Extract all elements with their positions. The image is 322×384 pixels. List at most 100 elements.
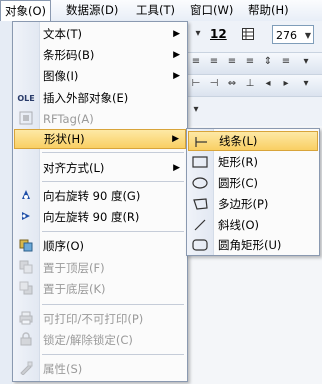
- line-icon: [192, 135, 210, 149]
- menu-item-label: 对齐方式(L): [43, 161, 105, 175]
- table-icon[interactable]: [242, 28, 254, 40]
- menu-item-properties[interactable]: 属性(S): [14, 359, 186, 379]
- menu-separator: [42, 152, 184, 153]
- object-menu: 文本(T) ▶ 条形码(B) ▶ 图像(I) ▶ OLE 插入外部对象(E) R…: [12, 21, 188, 382]
- submenu-item-rounded-rectangle[interactable]: 圆角矩形(U): [188, 235, 318, 255]
- zoom-combo[interactable]: 276 ▼: [272, 25, 314, 44]
- menu-item-label: 文本(T): [43, 27, 82, 41]
- toolbar-dropdown-icon[interactable]: ▾: [190, 104, 202, 116]
- submenu-item-polygon[interactable]: 多边形(P): [188, 194, 318, 214]
- menu-item-order[interactable]: 顺序(O): [14, 236, 186, 256]
- space-h-icon[interactable]: ⊢: [190, 78, 202, 90]
- rectangle-icon: [191, 155, 209, 169]
- menu-item-label: 可打印/不可打印(P): [43, 312, 144, 326]
- menu-item-label: 锁定/解除锁定(C): [43, 333, 133, 347]
- align-bottom-icon[interactable]: ≡: [280, 56, 292, 68]
- lock-icon: [17, 332, 35, 348]
- menu-item-printable[interactable]: 可打印/不可打印(P): [14, 309, 186, 329]
- menu-help[interactable]: 帮助(H): [244, 1, 293, 20]
- menu-window[interactable]: 窗口(W): [186, 1, 237, 20]
- submenu-arrow-icon: ▶: [173, 50, 180, 60]
- rounded-rectangle-icon: [191, 238, 209, 252]
- center-v-icon[interactable]: ⊥: [244, 78, 256, 90]
- format-toolbar: ▾ 12 276 ▼: [186, 25, 322, 46]
- center-h-icon[interactable]: ⇔: [226, 78, 238, 90]
- submenu-item-label: 多边形(P): [218, 197, 269, 211]
- bring-front-icon: [17, 260, 35, 276]
- submenu-item-line[interactable]: 线条(L): [188, 131, 318, 151]
- menu-item-send-back[interactable]: 置于底层(K): [14, 279, 186, 299]
- toolbar-area: ▾ 12 276 ▼ ≡ ≡ ≡ ≡ ⇕ ≡ ▾ ⊢ ⊣ ⇔ ⊥ ◂ ▸ ▾ ▾: [186, 21, 322, 126]
- extra-toolbar: ▾: [186, 99, 322, 120]
- menu-item-label: 条形码(B): [43, 48, 95, 62]
- submenu-arrow-icon: ▶: [173, 163, 180, 173]
- align-center-icon[interactable]: ≡: [208, 56, 220, 68]
- diagonal-line-icon: [191, 218, 209, 232]
- menu-datasource[interactable]: 数据源(D): [62, 1, 122, 20]
- menu-separator: [42, 231, 184, 232]
- rftag-icon: [17, 111, 35, 127]
- menu-item-label: 置于顶层(F): [43, 261, 105, 275]
- rotate-left-icon: [17, 209, 35, 225]
- send-back-icon: [17, 281, 35, 297]
- ole-icon: OLE: [17, 94, 35, 103]
- font-size-value[interactable]: 12: [210, 27, 227, 41]
- submenu-item-label: 圆形(C): [218, 176, 259, 190]
- submenu-item-diagonal[interactable]: 斜线(O): [188, 215, 318, 235]
- menu-item-image[interactable]: 图像(I) ▶: [14, 66, 186, 86]
- menu-bar: 对象(O) 数据源(D) 工具(T) 窗口(W) 帮助(H): [0, 0, 322, 22]
- submenu-item-label: 矩形(R): [218, 155, 258, 169]
- menu-item-label: 向左旋转 90 度(R): [43, 210, 140, 224]
- menu-item-rotate-right[interactable]: 向右旋转 90 度(G): [14, 186, 186, 206]
- layout-toolbar: ⊢ ⊣ ⇔ ⊥ ◂ ▸ ▾: [186, 75, 322, 97]
- submenu-arrow-icon: ▶: [173, 71, 180, 81]
- submenu-item-label: 圆角矩形(U): [218, 238, 282, 252]
- menu-item-lock[interactable]: 锁定/解除锁定(C): [14, 330, 186, 350]
- submenu-item-ellipse[interactable]: 圆形(C): [188, 173, 318, 193]
- menu-tools[interactable]: 工具(T): [132, 1, 179, 20]
- distribute-h-icon[interactable]: ◂: [262, 78, 274, 90]
- menu-separator: [42, 181, 184, 182]
- submenu-item-rectangle[interactable]: 矩形(R): [188, 152, 318, 172]
- menu-item-alignment[interactable]: 对齐方式(L) ▶: [14, 158, 186, 178]
- toolbar-dropdown-icon[interactable]: ▾: [192, 28, 204, 40]
- submenu-arrow-icon: ▶: [173, 29, 180, 39]
- menu-item-label: 插入外部对象(E): [43, 91, 129, 105]
- space-v-icon[interactable]: ⊣: [208, 78, 220, 90]
- menu-item-text[interactable]: 文本(T) ▶: [14, 24, 186, 44]
- menu-item-rftag[interactable]: RFTag(A): [14, 109, 186, 129]
- rotate-right-icon: [17, 188, 35, 204]
- align-left-icon[interactable]: ≡: [190, 56, 202, 68]
- menu-item-rotate-left[interactable]: 向左旋转 90 度(R): [14, 207, 186, 227]
- align-toolbar: ≡ ≡ ≡ ≡ ⇕ ≡ ▾: [186, 52, 322, 75]
- menu-item-label: 图像(I): [43, 69, 79, 83]
- toolbar-left-strip: [0, 21, 12, 384]
- submenu-item-label: 斜线(O): [218, 218, 260, 232]
- menu-item-label: 属性(S): [43, 362, 83, 376]
- menu-item-label: 顺序(O): [43, 239, 85, 253]
- menu-item-barcode[interactable]: 条形码(B) ▶: [14, 45, 186, 65]
- menu-item-bring-front[interactable]: 置于顶层(F): [14, 258, 186, 278]
- polygon-icon: [191, 197, 209, 211]
- menu-item-insert-object[interactable]: OLE 插入外部对象(E): [14, 88, 186, 108]
- menu-item-label: 置于底层(K): [43, 282, 106, 296]
- menu-item-shape[interactable]: 形状(H) ▶: [14, 129, 186, 149]
- chevron-down-icon[interactable]: ▼: [305, 26, 311, 45]
- shape-submenu: 线条(L) 矩形(R) 圆形(C) 多边形(P) 斜线(O) 圆角矩形(U): [186, 128, 320, 256]
- align-middle-icon[interactable]: ⇕: [262, 56, 274, 68]
- ellipse-icon: [191, 176, 209, 190]
- more-icon[interactable]: ▾: [300, 56, 312, 68]
- printer-icon: [17, 311, 35, 327]
- order-icon: [17, 238, 35, 254]
- align-top-icon[interactable]: ≡: [244, 56, 256, 68]
- align-right-icon[interactable]: ≡: [226, 56, 238, 68]
- zoom-value: 276: [276, 29, 297, 42]
- more-icon[interactable]: ▾: [300, 78, 312, 90]
- distribute-v-icon[interactable]: ▸: [280, 78, 292, 90]
- submenu-arrow-icon: ▶: [172, 134, 179, 144]
- properties-icon: [17, 361, 35, 377]
- menu-object[interactable]: 对象(O): [0, 0, 52, 22]
- submenu-item-label: 线条(L): [219, 134, 258, 148]
- menu-item-label: RFTag(A): [43, 112, 94, 126]
- menu-separator: [42, 354, 184, 355]
